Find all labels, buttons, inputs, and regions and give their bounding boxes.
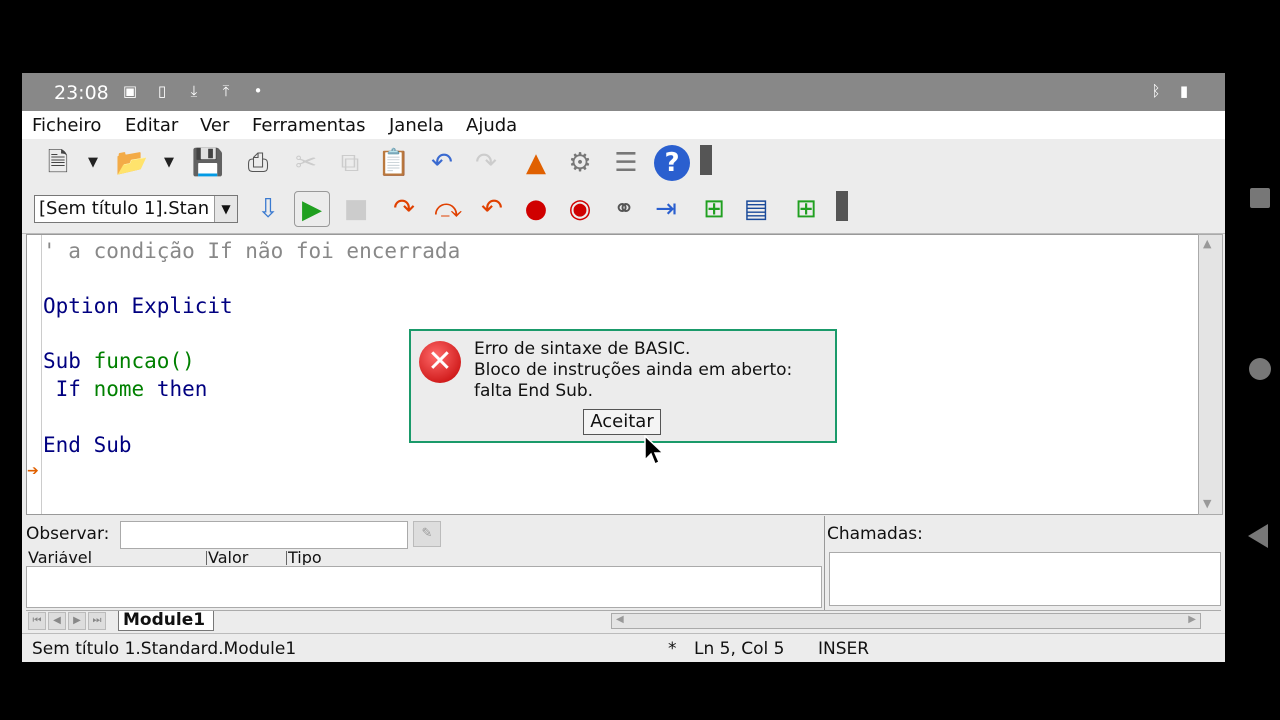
code-line-sub: Sub funcao() bbox=[43, 349, 195, 373]
download-icon: ⤓ bbox=[190, 82, 198, 100]
print-icon[interactable]: ⎙ bbox=[240, 145, 276, 181]
code-line-option: Option Explicit bbox=[43, 294, 233, 318]
scroll-up-icon[interactable]: ▲ bbox=[1203, 237, 1211, 250]
column-header-value[interactable]: Valor bbox=[208, 551, 287, 565]
step-into-icon[interactable]: ↷ bbox=[386, 191, 422, 227]
first-tab-icon[interactable]: ⏮ bbox=[28, 612, 46, 630]
gear-icon[interactable]: ⚙ bbox=[562, 145, 598, 181]
status-bar: Sem título 1.Standard.Module1 * Ln 5, Co… bbox=[22, 633, 1225, 662]
status-location: Sem título 1.Standard.Module1 bbox=[32, 639, 297, 659]
code-line-end-sub: End Sub bbox=[43, 433, 132, 457]
shapes-icon[interactable]: ▲ bbox=[518, 145, 554, 181]
column-header-type[interactable]: Tipo bbox=[288, 551, 818, 565]
step-over-icon[interactable]: ⤼ bbox=[430, 191, 466, 227]
menu-ficheiro[interactable]: Ficheiro bbox=[32, 115, 101, 136]
scroll-right-icon[interactable]: ▶ bbox=[1188, 614, 1196, 625]
ok-button[interactable]: Aceitar bbox=[583, 409, 661, 435]
menu-ferramentas[interactable]: Ferramentas bbox=[252, 115, 365, 136]
code-line-comment: ' a condição If não foi encerrada bbox=[43, 239, 461, 263]
menu-bar: Ficheiro Editar Ver Ferramentas Janela A… bbox=[22, 111, 1225, 139]
status-position: Ln 5, Col 5 bbox=[694, 639, 785, 659]
battery-icon: ▮ bbox=[1179, 82, 1189, 100]
import-dialog-icon[interactable]: ⊞ bbox=[788, 191, 824, 227]
android-status-bar: 23:08 ▣ ▯ ⤓ ⤒ • ᛒ ▮ bbox=[22, 73, 1225, 111]
scroll-left-icon[interactable]: ◀ bbox=[616, 614, 624, 625]
upload-icon: ⤒ bbox=[222, 82, 230, 100]
save-source-icon[interactable]: ▤ bbox=[738, 191, 774, 227]
module-tab-bar: ⏮ ◀ ▶ ⏭ Module1 ◀ ▶ bbox=[26, 610, 1221, 631]
chevron-down-icon[interactable]: ▼ bbox=[164, 155, 174, 170]
menu-ver[interactable]: Ver bbox=[200, 115, 229, 136]
open-folder-icon[interactable]: 📂 bbox=[114, 145, 150, 181]
prev-tab-icon[interactable]: ◀ bbox=[48, 612, 66, 630]
image-icon: ▣ bbox=[122, 82, 138, 100]
new-document-icon[interactable]: 🗎 bbox=[40, 145, 76, 181]
watch-list[interactable] bbox=[26, 566, 822, 608]
status-mode: INSER bbox=[818, 639, 870, 659]
dialog-message-line: falta End Sub. bbox=[474, 381, 594, 401]
insert-source-icon[interactable]: ⊞ bbox=[696, 191, 732, 227]
calls-list[interactable] bbox=[829, 552, 1221, 606]
clock: 23:08 bbox=[54, 82, 109, 104]
remove-watch-button[interactable]: ✎ bbox=[413, 521, 441, 547]
compile-icon[interactable]: ⇩ bbox=[250, 191, 286, 227]
code-line-if: If nome then bbox=[55, 377, 208, 401]
dot-icon: • bbox=[253, 82, 263, 100]
paste-icon[interactable]: 📋 bbox=[376, 145, 412, 181]
watch-panel: Observar: ✎ Variável Valor Tipo bbox=[26, 516, 822, 610]
breakpoint-icon[interactable]: ● bbox=[518, 191, 554, 227]
watch-input[interactable] bbox=[120, 521, 408, 549]
step-out-icon[interactable]: ↶ bbox=[474, 191, 510, 227]
standard-toolbar: 🗎 ▼ 📂 ▼ 💾 ⎙ ✂ ⧉ 📋 ↶ ↷ ▲ ⚙ ☰ ? bbox=[22, 139, 1225, 187]
manage-breakpoints-icon[interactable]: ◉ bbox=[562, 191, 598, 227]
last-tab-icon[interactable]: ⏭ bbox=[88, 612, 106, 630]
android-nav-bar bbox=[1240, 180, 1280, 560]
copy-icon[interactable]: ⧉ bbox=[332, 145, 368, 181]
scroll-down-icon[interactable]: ▼ bbox=[1203, 497, 1211, 510]
tab-module1[interactable]: Module1 bbox=[118, 611, 214, 631]
run-icon[interactable]: ▶ bbox=[294, 191, 330, 227]
back-icon[interactable] bbox=[1248, 524, 1268, 548]
column-header-variable[interactable]: Variável bbox=[28, 551, 207, 565]
save-icon[interactable]: 💾 bbox=[190, 145, 226, 181]
library-select-value: [Sem título 1].Stan bbox=[39, 198, 210, 219]
recents-icon[interactable] bbox=[1250, 188, 1270, 208]
redo-icon[interactable]: ↷ bbox=[468, 145, 504, 181]
status-modified: * bbox=[668, 639, 677, 659]
dialog-title-line: Erro de sintaxe de BASIC. bbox=[474, 339, 691, 359]
toolbar-handle[interactable] bbox=[836, 191, 848, 221]
error-dialog: ✕ Erro de sintaxe de BASIC. Bloco de ins… bbox=[409, 329, 837, 443]
menu-editar[interactable]: Editar bbox=[125, 115, 178, 136]
cut-icon[interactable]: ✂ bbox=[288, 145, 324, 181]
error-icon: ✕ bbox=[419, 341, 461, 383]
bluetooth-icon: ᛒ bbox=[1151, 82, 1161, 100]
find-parentheses-icon[interactable]: ⇥ bbox=[648, 191, 684, 227]
vertical-scrollbar[interactable]: ▲ ▼ bbox=[1198, 234, 1223, 515]
app-window: 23:08 ▣ ▯ ⤓ ⤒ • ᛒ ▮ Ficheiro Editar Ver … bbox=[22, 73, 1225, 662]
mouse-cursor-icon bbox=[644, 435, 664, 466]
menu-ajuda[interactable]: Ajuda bbox=[466, 115, 517, 136]
next-tab-icon[interactable]: ▶ bbox=[68, 612, 86, 630]
calls-label: Chamadas: bbox=[827, 524, 923, 544]
home-icon[interactable] bbox=[1249, 358, 1271, 380]
macro-toolbar: [Sem título 1].Stan ▼ ⇩ ▶ ■ ↷ ⤼ ↶ ● ◉ ⚭ … bbox=[22, 187, 1225, 234]
phone-icon: ▯ bbox=[157, 82, 167, 100]
calls-panel: Chamadas: bbox=[824, 516, 1222, 610]
menu-janela[interactable]: Janela bbox=[389, 115, 444, 136]
chevron-down-icon: ▼ bbox=[214, 196, 237, 222]
help-icon[interactable]: ? bbox=[654, 145, 690, 181]
undo-icon[interactable]: ↶ bbox=[424, 145, 460, 181]
watch-glasses-icon[interactable]: ⚭ bbox=[606, 191, 642, 227]
library-select[interactable]: [Sem título 1].Stan ▼ bbox=[34, 195, 238, 223]
breakpoint-gutter[interactable]: ➔ bbox=[27, 235, 42, 514]
macro-icon[interactable]: ☰ bbox=[608, 145, 644, 181]
dialog-message-line: Bloco de instruções ainda em aberto: bbox=[474, 360, 793, 380]
current-line-arrow-icon: ➔ bbox=[27, 463, 39, 479]
watch-label: Observar: bbox=[26, 524, 110, 544]
stop-icon[interactable]: ■ bbox=[338, 191, 374, 227]
toolbar-handle[interactable] bbox=[700, 145, 712, 175]
chevron-down-icon[interactable]: ▼ bbox=[88, 155, 98, 170]
horizontal-scrollbar[interactable]: ◀ ▶ bbox=[611, 613, 1201, 629]
